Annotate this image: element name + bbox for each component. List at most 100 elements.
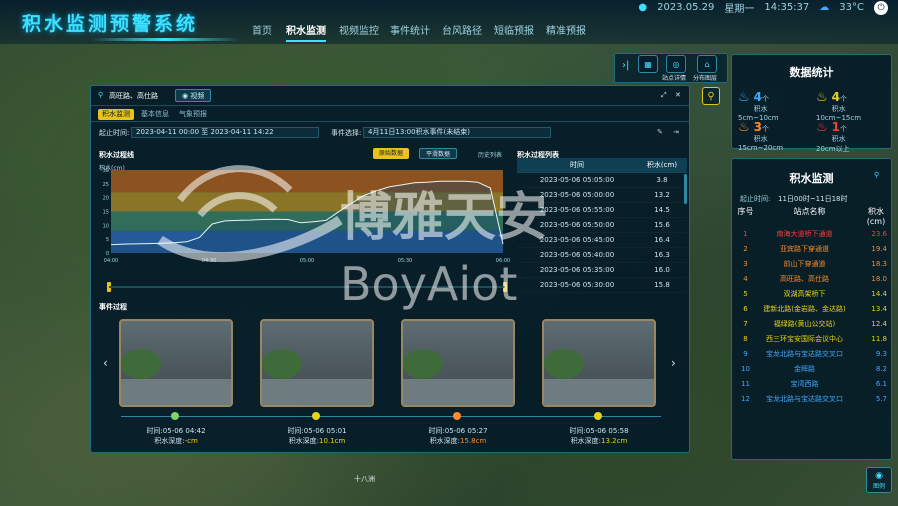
legend-button[interactable]: ◉ 图例 xyxy=(866,467,892,493)
temperature: 33°C xyxy=(839,2,864,13)
event-depth-line: 积水深度:13.2cm xyxy=(544,436,654,446)
water-level-chart: 0 5 10 15 20 25 30 04:00 04:30 05:00 05:30 06:00 xyxy=(103,168,511,264)
search-icon[interactable]: ⚲ xyxy=(874,171,879,179)
event-process-title: 事件过程 xyxy=(99,303,127,311)
row-index: 2 xyxy=(743,245,748,253)
table-row[interactable]: 2023-05-06 05:05:00 3.8 xyxy=(517,173,687,188)
tree-shape xyxy=(403,349,443,379)
close-icon[interactable]: ✕ xyxy=(675,91,681,99)
event-depth-line: 积水深度:15.8cm xyxy=(403,436,513,446)
monitor-row[interactable]: 8 西三环宝安国际会议中心 11.8 xyxy=(733,332,891,347)
cell-time: 2023-05-06 05:45:00 xyxy=(539,236,615,244)
row-index: 11 xyxy=(741,380,750,388)
nav-waterlogging[interactable]: 积水监测 xyxy=(286,22,326,42)
layers-icon[interactable]: ⌂ xyxy=(697,55,717,73)
next-arrow-icon[interactable]: › xyxy=(671,356,676,370)
monitor-row[interactable]: 10 金辉路 8.2 xyxy=(733,362,891,377)
table-row[interactable]: 2023-05-06 05:00:00 13.2 xyxy=(517,188,687,203)
event-depth-line: 积水深度:10.1cm xyxy=(262,436,372,446)
calendar-icon[interactable]: ▦ xyxy=(638,55,658,73)
x-tick-label: 04:30 xyxy=(202,258,216,264)
table-row[interactable]: 2023-05-06 05:40:00 16.3 xyxy=(517,248,687,263)
event-caption: 时间:05-06 05:27 积水深度:15.8cm xyxy=(403,426,513,446)
monitor-row[interactable]: 6 建新北路(金岩路、金达路) 13.4 xyxy=(733,302,891,317)
tab-weather[interactable]: 气象预报 xyxy=(175,109,211,120)
export-icon[interactable]: ⇥ xyxy=(673,128,679,136)
cloud-icon: ☁ xyxy=(819,2,830,13)
timeline-dot[interactable] xyxy=(171,412,179,420)
stat-unit: 个 xyxy=(840,95,848,103)
x-tick-label: 04:00 xyxy=(104,258,118,264)
water-surface xyxy=(262,379,372,405)
station-detail-label: 站点详情 xyxy=(662,75,687,82)
event-caption: 时间:05-06 04:42 积水深度:-cm xyxy=(121,426,231,446)
event-caption: 时间:05-06 05:01 积水深度:10.1cm xyxy=(262,426,372,446)
station-icon[interactable]: ◎ xyxy=(666,55,686,73)
weekday: 星期一 xyxy=(724,4,755,15)
video-button[interactable]: ◉ 视频 xyxy=(175,89,212,102)
monitor-row[interactable]: 4 高旺路、高仕路 18.0 xyxy=(733,272,891,287)
row-station: 金辉路 xyxy=(794,365,815,373)
cell-time: 2023-05-06 05:55:00 xyxy=(539,206,615,214)
y-tick-label: 0 xyxy=(106,251,109,257)
tree-shape xyxy=(262,349,302,379)
clock: 14:35:37 xyxy=(764,2,810,13)
row-station: 西三环宝安国际会议中心 xyxy=(766,335,843,343)
col-depth: 积水(cm) xyxy=(646,161,678,169)
table-row[interactable]: 2023-05-06 05:55:00 14.5 xyxy=(517,203,687,218)
location-pin-icon[interactable]: ⚲ xyxy=(702,87,720,105)
row-index: 10 xyxy=(741,365,750,373)
user-icon[interactable]: ● xyxy=(638,2,647,13)
tab-monitoring[interactable]: 积水监测 xyxy=(98,109,134,120)
nav-home[interactable]: 首页 xyxy=(252,22,272,37)
expand-icon[interactable]: ⤢ xyxy=(661,91,667,100)
monitor-row[interactable]: 9 宝龙北路与宝达路交叉口 9.3 xyxy=(733,347,891,362)
warning-icon: ♨ xyxy=(738,120,750,135)
event-select-label: 事件选择: xyxy=(331,129,362,137)
event-select[interactable]: 4月11日13:00积水事件(未结束) xyxy=(363,127,551,138)
power-icon[interactable]: ⏻ xyxy=(874,0,888,15)
nav-nowcast[interactable]: 短临预报 xyxy=(494,22,534,37)
table-row[interactable]: 2023-05-06 05:35:00 16.0 xyxy=(517,263,687,278)
time-range-select[interactable]: 2023-04-11 00:00 至 2023-04-11 14:22 xyxy=(131,127,319,138)
tab-basic-info[interactable]: 基本信息 xyxy=(137,109,173,120)
nav-events[interactable]: 事件统计 xyxy=(390,22,430,37)
monitor-row[interactable]: 5 双湖高架桥下 14.4 xyxy=(733,287,891,302)
monitor-row[interactable]: 12 宝龙北路与宝达路交叉口 5.7 xyxy=(733,392,891,407)
y-tick-label: 15 xyxy=(103,210,109,216)
timeline-dot[interactable] xyxy=(594,412,602,420)
prev-arrow-icon[interactable]: ‹ xyxy=(103,356,108,370)
fold-icon[interactable]: ›| xyxy=(622,60,629,71)
x-tick-label: 06:00 xyxy=(496,258,510,264)
stat-count: 1 xyxy=(831,120,841,134)
table-scrollbar[interactable] xyxy=(684,174,687,204)
event-photo[interactable] xyxy=(119,319,233,407)
row-station: 宝龙北路与宝达路交叉口 xyxy=(766,395,843,403)
monitor-row[interactable]: 3 前山下穿通道 18.3 xyxy=(733,257,891,272)
monitor-row[interactable]: 11 宝湾西路 6.1 xyxy=(733,377,891,392)
monitor-row[interactable]: 2 亚宾路下穿通道 19.4 xyxy=(733,242,891,257)
monitor-row[interactable]: 1 南海大道桥下通道 23.6 xyxy=(733,227,891,242)
event-photo[interactable] xyxy=(401,319,515,407)
event-photo[interactable] xyxy=(260,319,374,407)
event-time: 时间:05-06 05:58 xyxy=(569,427,629,435)
nav-video[interactable]: 视频监控 xyxy=(339,22,379,37)
nav-forecast[interactable]: 精准预报 xyxy=(546,22,586,37)
event-photo[interactable] xyxy=(542,319,656,407)
water-surface xyxy=(121,379,231,405)
table-row[interactable]: 2023-05-06 05:50:00 15.6 xyxy=(517,218,687,233)
table-row[interactable]: 2023-05-06 05:30:00 15.8 xyxy=(517,278,687,293)
range-slider-track[interactable] xyxy=(109,286,505,288)
monitor-time-value: 11日00时~11日18时 xyxy=(778,195,848,203)
row-index: 9 xyxy=(743,350,748,358)
table-row[interactable]: 2023-05-06 05:45:00 16.4 xyxy=(517,233,687,248)
nav-typhoon[interactable]: 台风路径 xyxy=(442,22,482,37)
monitor-row[interactable]: 7 福绿路(黄山公交站) 12.4 xyxy=(733,317,891,332)
stats-title: 数据统计 xyxy=(789,66,834,79)
x-tick-label: 05:30 xyxy=(398,258,412,264)
timeline-dot[interactable] xyxy=(453,412,461,420)
timeline-dot[interactable] xyxy=(312,412,320,420)
edit-icon[interactable]: ✎ xyxy=(657,128,663,136)
cell-time: 2023-05-06 05:30:00 xyxy=(539,281,615,289)
cell-depth: 16.4 xyxy=(654,236,670,244)
